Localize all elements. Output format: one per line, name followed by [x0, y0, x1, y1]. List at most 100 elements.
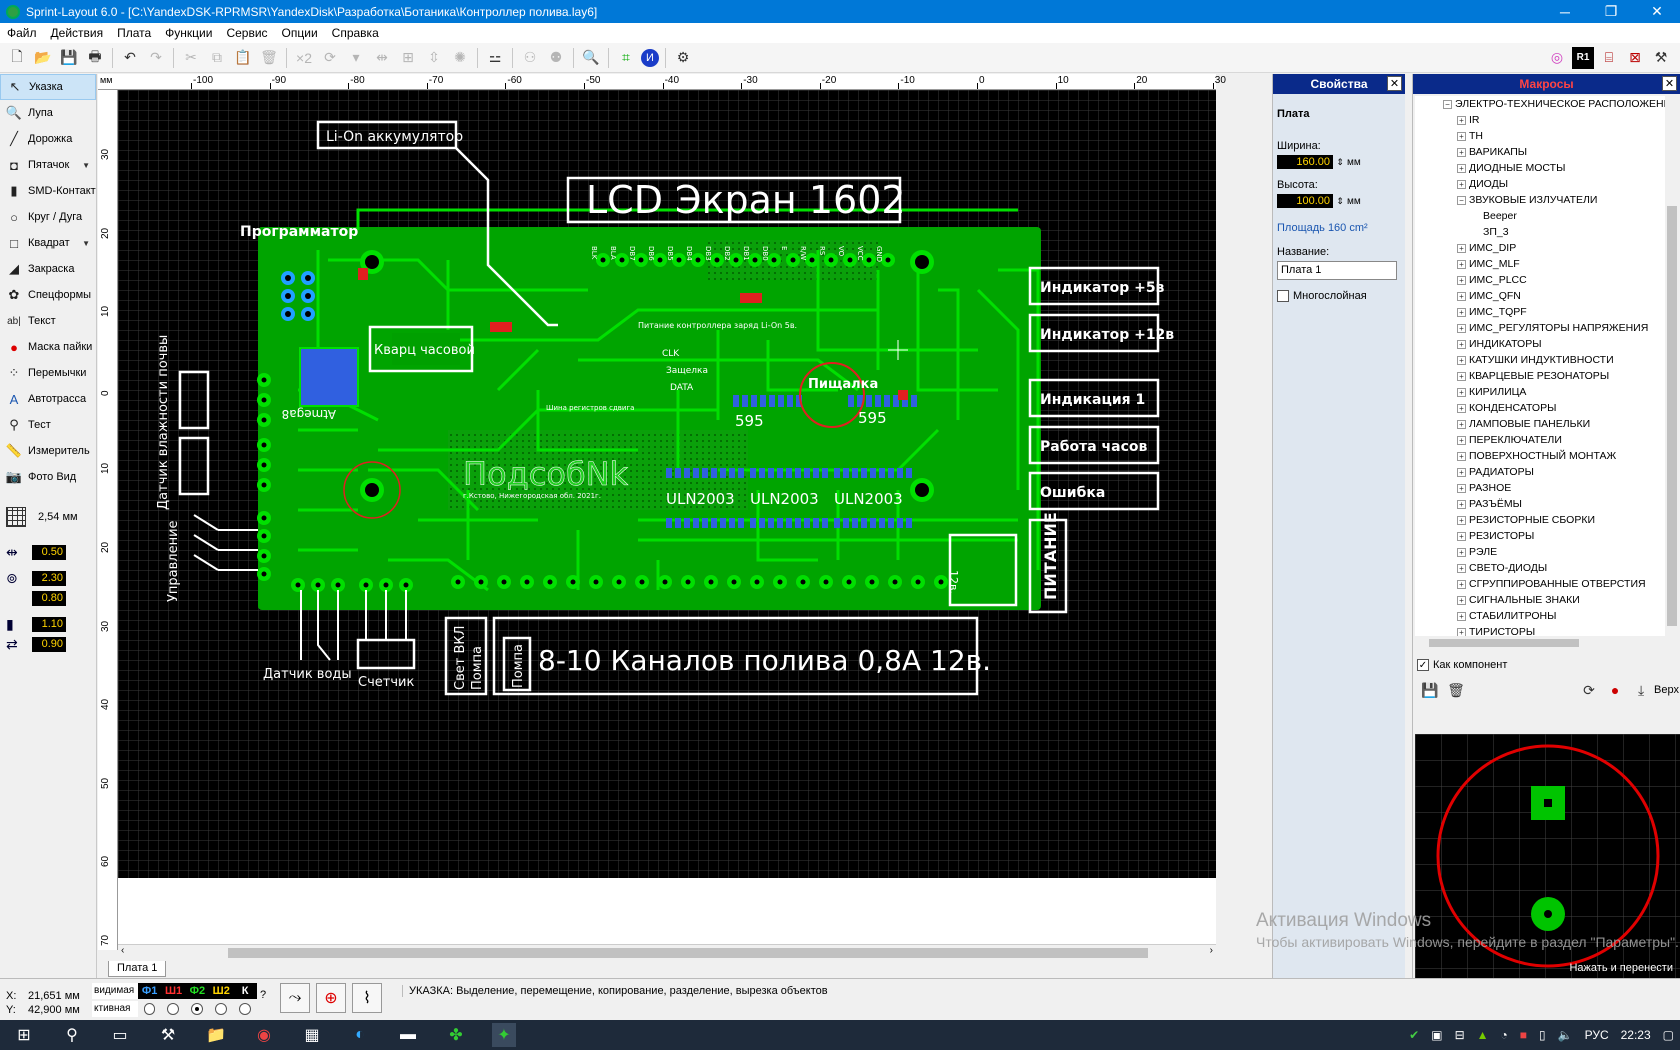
connections-icon[interactable]: ⌗	[615, 47, 637, 69]
terminal-icon[interactable]: ▬	[396, 1023, 420, 1047]
search-icon[interactable]: ⚲	[60, 1023, 84, 1047]
tree-vertical-scrollbar[interactable]	[1665, 96, 1679, 636]
start-icon[interactable]: ⊞	[12, 1023, 36, 1047]
tool-photo-view[interactable]: 📷 Фото Вид	[0, 464, 96, 490]
layer-toggle[interactable]: К	[233, 983, 258, 999]
smd-width-value[interactable]: 1.10	[32, 616, 66, 632]
zoom-icon[interactable]: 🔍	[580, 47, 602, 69]
record-icon[interactable]: ●	[1604, 679, 1626, 701]
tree-item[interactable]: + КАТУШКИ ИНДУКТИВНОСТИ	[1415, 352, 1665, 368]
tree-item[interactable]: + ИМС_PLCC	[1415, 272, 1665, 288]
tool-track[interactable]: ╱ Дорожка	[0, 126, 96, 152]
expand-icon[interactable]: +	[1457, 339, 1466, 349]
menu-board[interactable]: Плата	[110, 23, 158, 43]
tool-pointer[interactable]: ↖ Указка	[0, 74, 96, 100]
expand-icon[interactable]: +	[1457, 547, 1466, 557]
tray-battery-icon[interactable]: ▯	[1539, 1028, 1546, 1042]
as-component-checkbox[interactable]: ✓ Как компонент	[1417, 659, 1679, 671]
tree-item[interactable]: + ТИРИСТОРЫ	[1415, 624, 1665, 636]
tree-item[interactable]: + ЛАМПОВЫЕ ПАНЕЛЬКИ	[1415, 416, 1665, 432]
board-height-input[interactable]: 100.00	[1277, 194, 1333, 208]
sprint-layout-icon[interactable]: ✦	[492, 1023, 516, 1047]
expand-icon[interactable]: +	[1457, 275, 1466, 285]
redo-icon[interactable]: ↷	[145, 47, 167, 69]
ratsnest-icon[interactable]: ⤳	[280, 983, 310, 1013]
expand-icon[interactable]: +	[1457, 115, 1466, 125]
tree-item[interactable]: + ПЕРЕКЛЮЧАТЕЛИ	[1415, 432, 1665, 448]
print-icon[interactable]: 🖶	[84, 47, 106, 69]
track-width-value[interactable]: 0.50	[32, 544, 66, 560]
align-icon[interactable]: ⊞	[397, 47, 419, 69]
tray-nvidia-icon[interactable]: ▲	[1477, 1028, 1489, 1042]
tray-lang[interactable]: РУС	[1585, 1028, 1609, 1042]
settings-gear-icon[interactable]: ⚙	[672, 47, 694, 69]
close-button[interactable]: ✕	[1634, 0, 1680, 23]
tray-check-icon[interactable]: ✔	[1409, 1028, 1419, 1042]
components-icon[interactable]: ⚍	[484, 47, 506, 69]
cut-icon[interactable]: ✂	[180, 47, 202, 69]
tool-pad[interactable]: ◘ Пятачок ▼	[0, 152, 96, 178]
close-icon[interactable]: ✕	[1387, 76, 1402, 91]
board-name-input[interactable]: Плата 1	[1277, 261, 1397, 280]
collapse-icon[interactable]: −	[1457, 195, 1466, 205]
tray-wifi-icon[interactable]: ◔	[1501, 1028, 1508, 1042]
delete-macro-icon[interactable]: 🗑	[1445, 679, 1467, 701]
tree-item[interactable]: − ЭЛЕКТРО-ТЕХНИЧЕСКОЕ РАСПОЛОЖЕНИЕ	[1415, 96, 1665, 112]
layer-active-radio[interactable]	[239, 1003, 251, 1015]
dropdown-arrow-icon[interactable]: ▼	[82, 239, 90, 248]
tree-item[interactable]: + СИГНАЛЬНЫЕ ЗНАКИ	[1415, 592, 1665, 608]
tree-item[interactable]: + ИМС_MLF	[1415, 256, 1665, 272]
layer-toggle[interactable]: Ф2	[185, 983, 210, 999]
tree-item[interactable]: + ВАРИКАПЫ	[1415, 144, 1665, 160]
clip-icon[interactable]: ⌇	[352, 983, 382, 1013]
tree-item[interactable]: + TH	[1415, 128, 1665, 144]
tree-item[interactable]: + РАЗЪЁМЫ	[1415, 496, 1665, 512]
expand-icon[interactable]: +	[1457, 531, 1466, 541]
group-icon[interactable]: ⚇	[519, 47, 541, 69]
expand-icon[interactable]: +	[1457, 467, 1466, 477]
tree-horizontal-scrollbar[interactable]	[1415, 636, 1679, 650]
drc-icon[interactable]: ⊠	[1624, 47, 1646, 69]
calculator-icon[interactable]: ▦	[300, 1023, 324, 1047]
tree-item[interactable]: + IR	[1415, 112, 1665, 128]
save-macro-icon[interactable]: 💾	[1419, 679, 1441, 701]
tree-item[interactable]: + РАЗНОЕ	[1415, 480, 1665, 496]
snap-icon[interactable]: ✺	[449, 47, 471, 69]
expand-icon[interactable]: +	[1457, 243, 1466, 253]
browser-icon[interactable]: ◐	[348, 1023, 372, 1047]
layer-active-radio[interactable]	[143, 1003, 156, 1015]
scroll-thumb[interactable]	[1667, 206, 1677, 626]
expand-icon[interactable]: +	[1457, 515, 1466, 525]
expand-icon[interactable]: +	[1457, 371, 1466, 381]
dropdown-arrow-icon[interactable]: ▼	[82, 161, 90, 170]
pad-inner-value[interactable]: 0.80	[32, 590, 66, 606]
layer-help[interactable]: ?	[260, 989, 266, 1001]
top-layer-label[interactable]: Верх	[1654, 684, 1679, 696]
expand-icon[interactable]: +	[1457, 163, 1466, 173]
maximize-button[interactable]: ❐	[1588, 0, 1634, 23]
new-file-icon[interactable]: 🗋	[6, 47, 28, 69]
tray-display-icon[interactable]: ▣	[1431, 1028, 1442, 1042]
tree-item[interactable]: + ИМС_QFN	[1415, 288, 1665, 304]
tool-fill[interactable]: ◢ Закраска	[0, 256, 96, 282]
tray-security-icon[interactable]: ■	[1520, 1028, 1527, 1042]
photo-mode-icon[interactable]: ◎	[1546, 47, 1568, 69]
tree-item[interactable]: + СГРУППИРОВАННЫЕ ОТВЕРСТИЯ	[1415, 576, 1665, 592]
tree-item[interactable]: + СВЕТО-ДИОДЫ	[1415, 560, 1665, 576]
tools-icon[interactable]: ⚒	[1650, 47, 1672, 69]
tree-item[interactable]: + ИМС_DIP	[1415, 240, 1665, 256]
expand-icon[interactable]: +	[1457, 147, 1466, 157]
tree-item[interactable]: + РЭЛЕ	[1415, 544, 1665, 560]
layer-active-radio[interactable]	[191, 1003, 204, 1015]
task-view-icon[interactable]: ▭	[108, 1023, 132, 1047]
scroll-thumb[interactable]	[1429, 639, 1579, 647]
expand-icon[interactable]: +	[1457, 323, 1466, 333]
delete-icon[interactable]: 🗑	[258, 47, 280, 69]
pcb-canvas[interactable]: Li-On аккумулятор LCD Экран 1602 Программа…	[118, 90, 1216, 878]
tree-item[interactable]: + РЕЗИСТОРНЫЕ СБОРКИ	[1415, 512, 1665, 528]
open-folder-icon[interactable]: 📂	[32, 47, 54, 69]
tree-item[interactable]: + РЕЗИСТОРЫ	[1415, 528, 1665, 544]
macro-tree[interactable]: − ЭЛЕКТРО-ТЕХНИЧЕСКОЕ РАСПОЛОЖЕНИЕ + IR + TH +…	[1415, 96, 1665, 636]
expand-icon[interactable]: +	[1457, 611, 1466, 621]
width-spinner-icon[interactable]: ⇕	[1335, 157, 1345, 168]
